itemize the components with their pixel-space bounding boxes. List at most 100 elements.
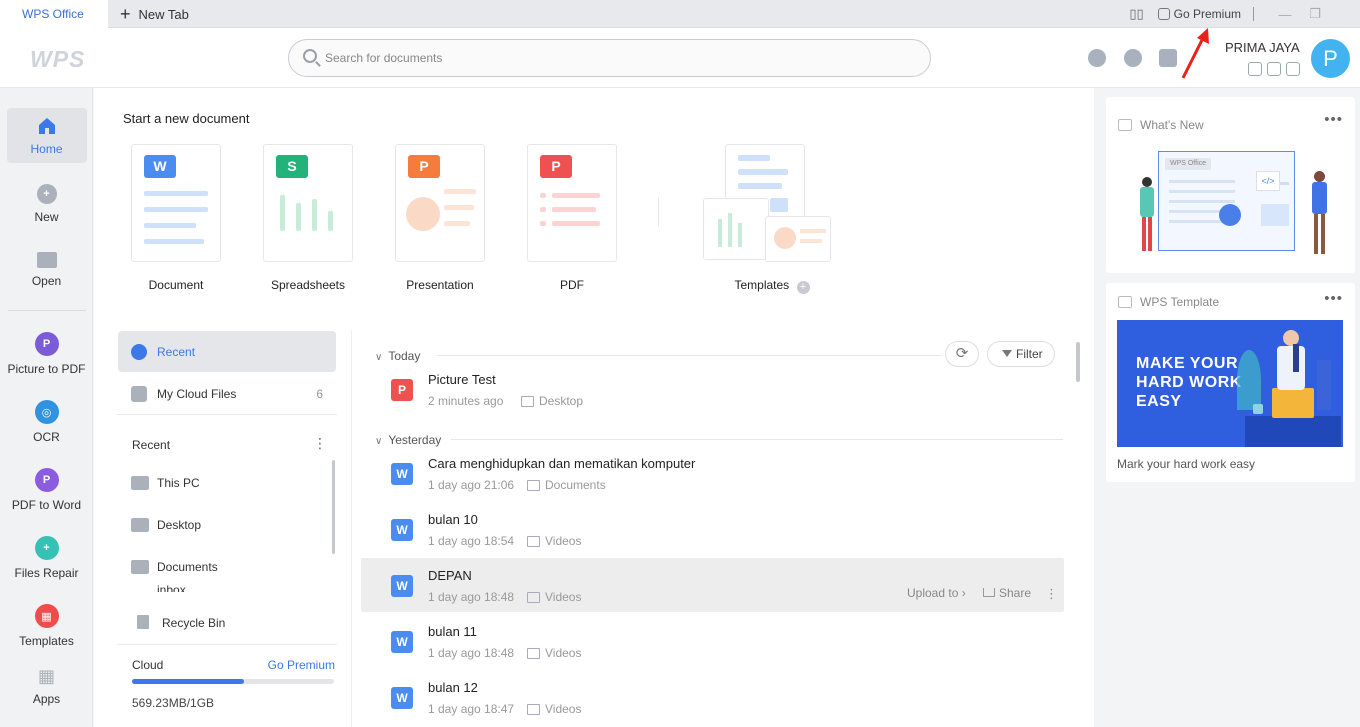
more-horizontal-icon[interactable]: ••• bbox=[1324, 111, 1343, 128]
go-premium-button[interactable]: Go Premium bbox=[1157, 7, 1241, 21]
file-list-scrollbar[interactable] bbox=[1076, 342, 1080, 382]
file-row[interactable]: W bulan 12 1 day ago 18:47 Videos bbox=[361, 670, 1064, 724]
tab-new-tab-label: New Tab bbox=[138, 7, 189, 22]
templates-card[interactable] bbox=[703, 144, 833, 262]
nav-home-label: Home bbox=[30, 142, 63, 156]
banner-line-2: HARD WORK bbox=[1136, 374, 1242, 391]
main-content: Start a new document W Document S Spread… bbox=[94, 88, 1094, 727]
spreadsheet-badge-icon: S bbox=[276, 155, 308, 178]
share-button[interactable]: Share bbox=[983, 586, 1031, 600]
search-box[interactable] bbox=[288, 39, 931, 77]
document-label[interactable]: Document bbox=[116, 278, 236, 292]
title-bar-controls: ▯▯ Go Premium — ❐ bbox=[1129, 0, 1360, 28]
go-premium-link[interactable]: Go Premium bbox=[268, 658, 335, 672]
divider bbox=[437, 355, 941, 356]
nav-home[interactable]: Home bbox=[0, 116, 93, 156]
more-vertical-icon[interactable]: ⋮ bbox=[313, 435, 327, 452]
plus-icon[interactable]: + bbox=[120, 4, 131, 24]
file-name: Cara menghidupkan dan mematikan komputer bbox=[428, 456, 696, 471]
place-inbox-label[interactable]: inbox bbox=[157, 583, 186, 592]
nav-picture-to-pdf[interactable]: P Picture to PDF bbox=[0, 332, 93, 376]
panel-recent[interactable]: Recent bbox=[117, 342, 337, 362]
plus-circle-icon: + bbox=[36, 184, 57, 204]
place-this-pc[interactable]: This PC bbox=[117, 473, 337, 493]
place-documents[interactable]: Documents bbox=[117, 557, 337, 577]
avatar[interactable]: P bbox=[1311, 39, 1350, 78]
user-name[interactable]: PRIMA JAYA bbox=[1225, 40, 1300, 55]
templates-icon: ▦ bbox=[34, 604, 59, 628]
file-location-panel: Recent My Cloud Files 6 Recent ⋮ This PC… bbox=[117, 330, 337, 727]
ocr-icon: ◎ bbox=[34, 400, 59, 424]
file-time: 1 day ago 18:48 bbox=[428, 590, 515, 604]
spreadsheets-label[interactable]: Spreadsheets bbox=[248, 278, 368, 292]
new-document-card[interactable]: W bbox=[131, 144, 221, 262]
folder-icon bbox=[36, 252, 57, 268]
presentation-label[interactable]: Presentation bbox=[380, 278, 500, 292]
new-presentation-card[interactable]: P bbox=[395, 144, 485, 262]
new-pdf-card[interactable]: P bbox=[527, 144, 617, 262]
template-banner[interactable]: MAKE YOUR HARD WORK EASY bbox=[1117, 320, 1343, 447]
file-row[interactable]: P Picture Test 2 minutes ago Desktop bbox=[361, 362, 1064, 416]
premium-icon bbox=[1157, 8, 1170, 20]
templates-label[interactable]: Templates + bbox=[712, 278, 832, 294]
start-new-document-title: Start a new document bbox=[123, 111, 250, 126]
pdf-file-icon: P bbox=[391, 379, 413, 401]
panel-scrollbar[interactable] bbox=[332, 460, 335, 554]
trash-icon bbox=[137, 615, 149, 629]
upload-to-button[interactable]: Upload to › bbox=[907, 586, 966, 600]
new-spreadsheet-card[interactable]: S bbox=[263, 144, 353, 262]
storage-usage-text: 569.23MB/1GB bbox=[132, 696, 215, 710]
file-location: Desktop bbox=[521, 394, 583, 408]
nav-pdf-to-word[interactable]: P PDF to Word bbox=[0, 468, 93, 512]
whats-new-panel: What's New ••• WPS Office </> bbox=[1106, 97, 1355, 273]
recent-section-header: Recent ⋮ bbox=[117, 435, 337, 455]
recycle-bin[interactable]: Recycle Bin bbox=[117, 613, 337, 633]
nav-ocr[interactable]: ◎ OCR bbox=[0, 400, 93, 444]
place-inbox-clip: inbox bbox=[117, 580, 327, 592]
template-caption[interactable]: Mark your hard work easy bbox=[1117, 457, 1255, 471]
member-badge-icon bbox=[1248, 62, 1262, 76]
device-icon[interactable]: ▯▯ bbox=[1129, 6, 1143, 22]
file-row[interactable]: W bulan 11 1 day ago 18:48 Videos bbox=[361, 614, 1064, 668]
nav-open[interactable]: Open bbox=[0, 252, 93, 288]
file-location: Videos bbox=[527, 702, 581, 716]
cloud-label: Cloud bbox=[132, 658, 164, 672]
restore-icon[interactable]: ❐ bbox=[1300, 6, 1330, 22]
group-today[interactable]: ∨ Today bbox=[375, 349, 420, 363]
add-circle-icon[interactable]: + bbox=[796, 281, 810, 294]
header: WPS PRIMA JAYA P bbox=[0, 28, 1360, 88]
nav-picture-to-pdf-label: Picture to PDF bbox=[7, 362, 86, 376]
word-badge-icon: W bbox=[144, 155, 176, 178]
file-row[interactable]: W Cara menghidupkan dan mematikan komput… bbox=[361, 446, 1064, 500]
file-location: Videos bbox=[527, 590, 581, 604]
search-input[interactable] bbox=[325, 48, 885, 68]
storage-progress-fill bbox=[132, 679, 245, 684]
nav-templates[interactable]: ▦ Templates bbox=[0, 604, 93, 648]
tab-wps-office[interactable]: WPS Office bbox=[0, 0, 108, 29]
banner-line-3: EASY bbox=[1136, 393, 1182, 410]
nav-apps[interactable]: ▦ Apps bbox=[0, 666, 93, 707]
file-row-selected[interactable]: W DEPAN 1 day ago 18:48 Videos Upload to… bbox=[361, 558, 1064, 612]
left-navigation: Home + New Open P Picture to PDF ◎ OCR P… bbox=[0, 88, 93, 727]
settings-gear-icon[interactable] bbox=[1124, 49, 1142, 67]
more-horizontal-icon[interactable]: ••• bbox=[1324, 290, 1343, 307]
whats-new-illustration[interactable]: WPS Office </> bbox=[1138, 147, 1338, 262]
divider bbox=[1253, 7, 1254, 21]
nav-files-repair[interactable]: + Files Repair bbox=[0, 536, 93, 580]
title-bar: WPS Office + New Tab ▯▯ Go Premium — ❐ bbox=[0, 0, 1360, 29]
nav-new[interactable]: + New bbox=[0, 184, 93, 224]
group-yesterday[interactable]: ∨ Yesterday bbox=[375, 433, 441, 447]
pdf-badge-icon bbox=[1267, 62, 1281, 76]
minimize-icon[interactable]: — bbox=[1270, 7, 1300, 22]
more-vertical-icon[interactable]: ⋮ bbox=[1045, 586, 1058, 602]
tab-new-tab[interactable]: + New Tab bbox=[120, 0, 189, 28]
pdf-badge-icon: P bbox=[540, 155, 572, 178]
pdf-label[interactable]: PDF bbox=[512, 278, 632, 292]
recent-file-list: ∨ Today ⟳ Filter P Picture Test 2 minutes… bbox=[361, 330, 1064, 727]
file-row[interactable]: W bulan 10 1 day ago 18:54 Videos bbox=[361, 502, 1064, 556]
panel-my-cloud-files[interactable]: My Cloud Files 6 bbox=[117, 384, 337, 404]
picture-to-pdf-icon: P bbox=[34, 332, 59, 356]
place-desktop[interactable]: Desktop bbox=[117, 515, 337, 535]
chat-icon[interactable] bbox=[1088, 49, 1106, 67]
nav-files-repair-label: Files Repair bbox=[14, 566, 79, 580]
